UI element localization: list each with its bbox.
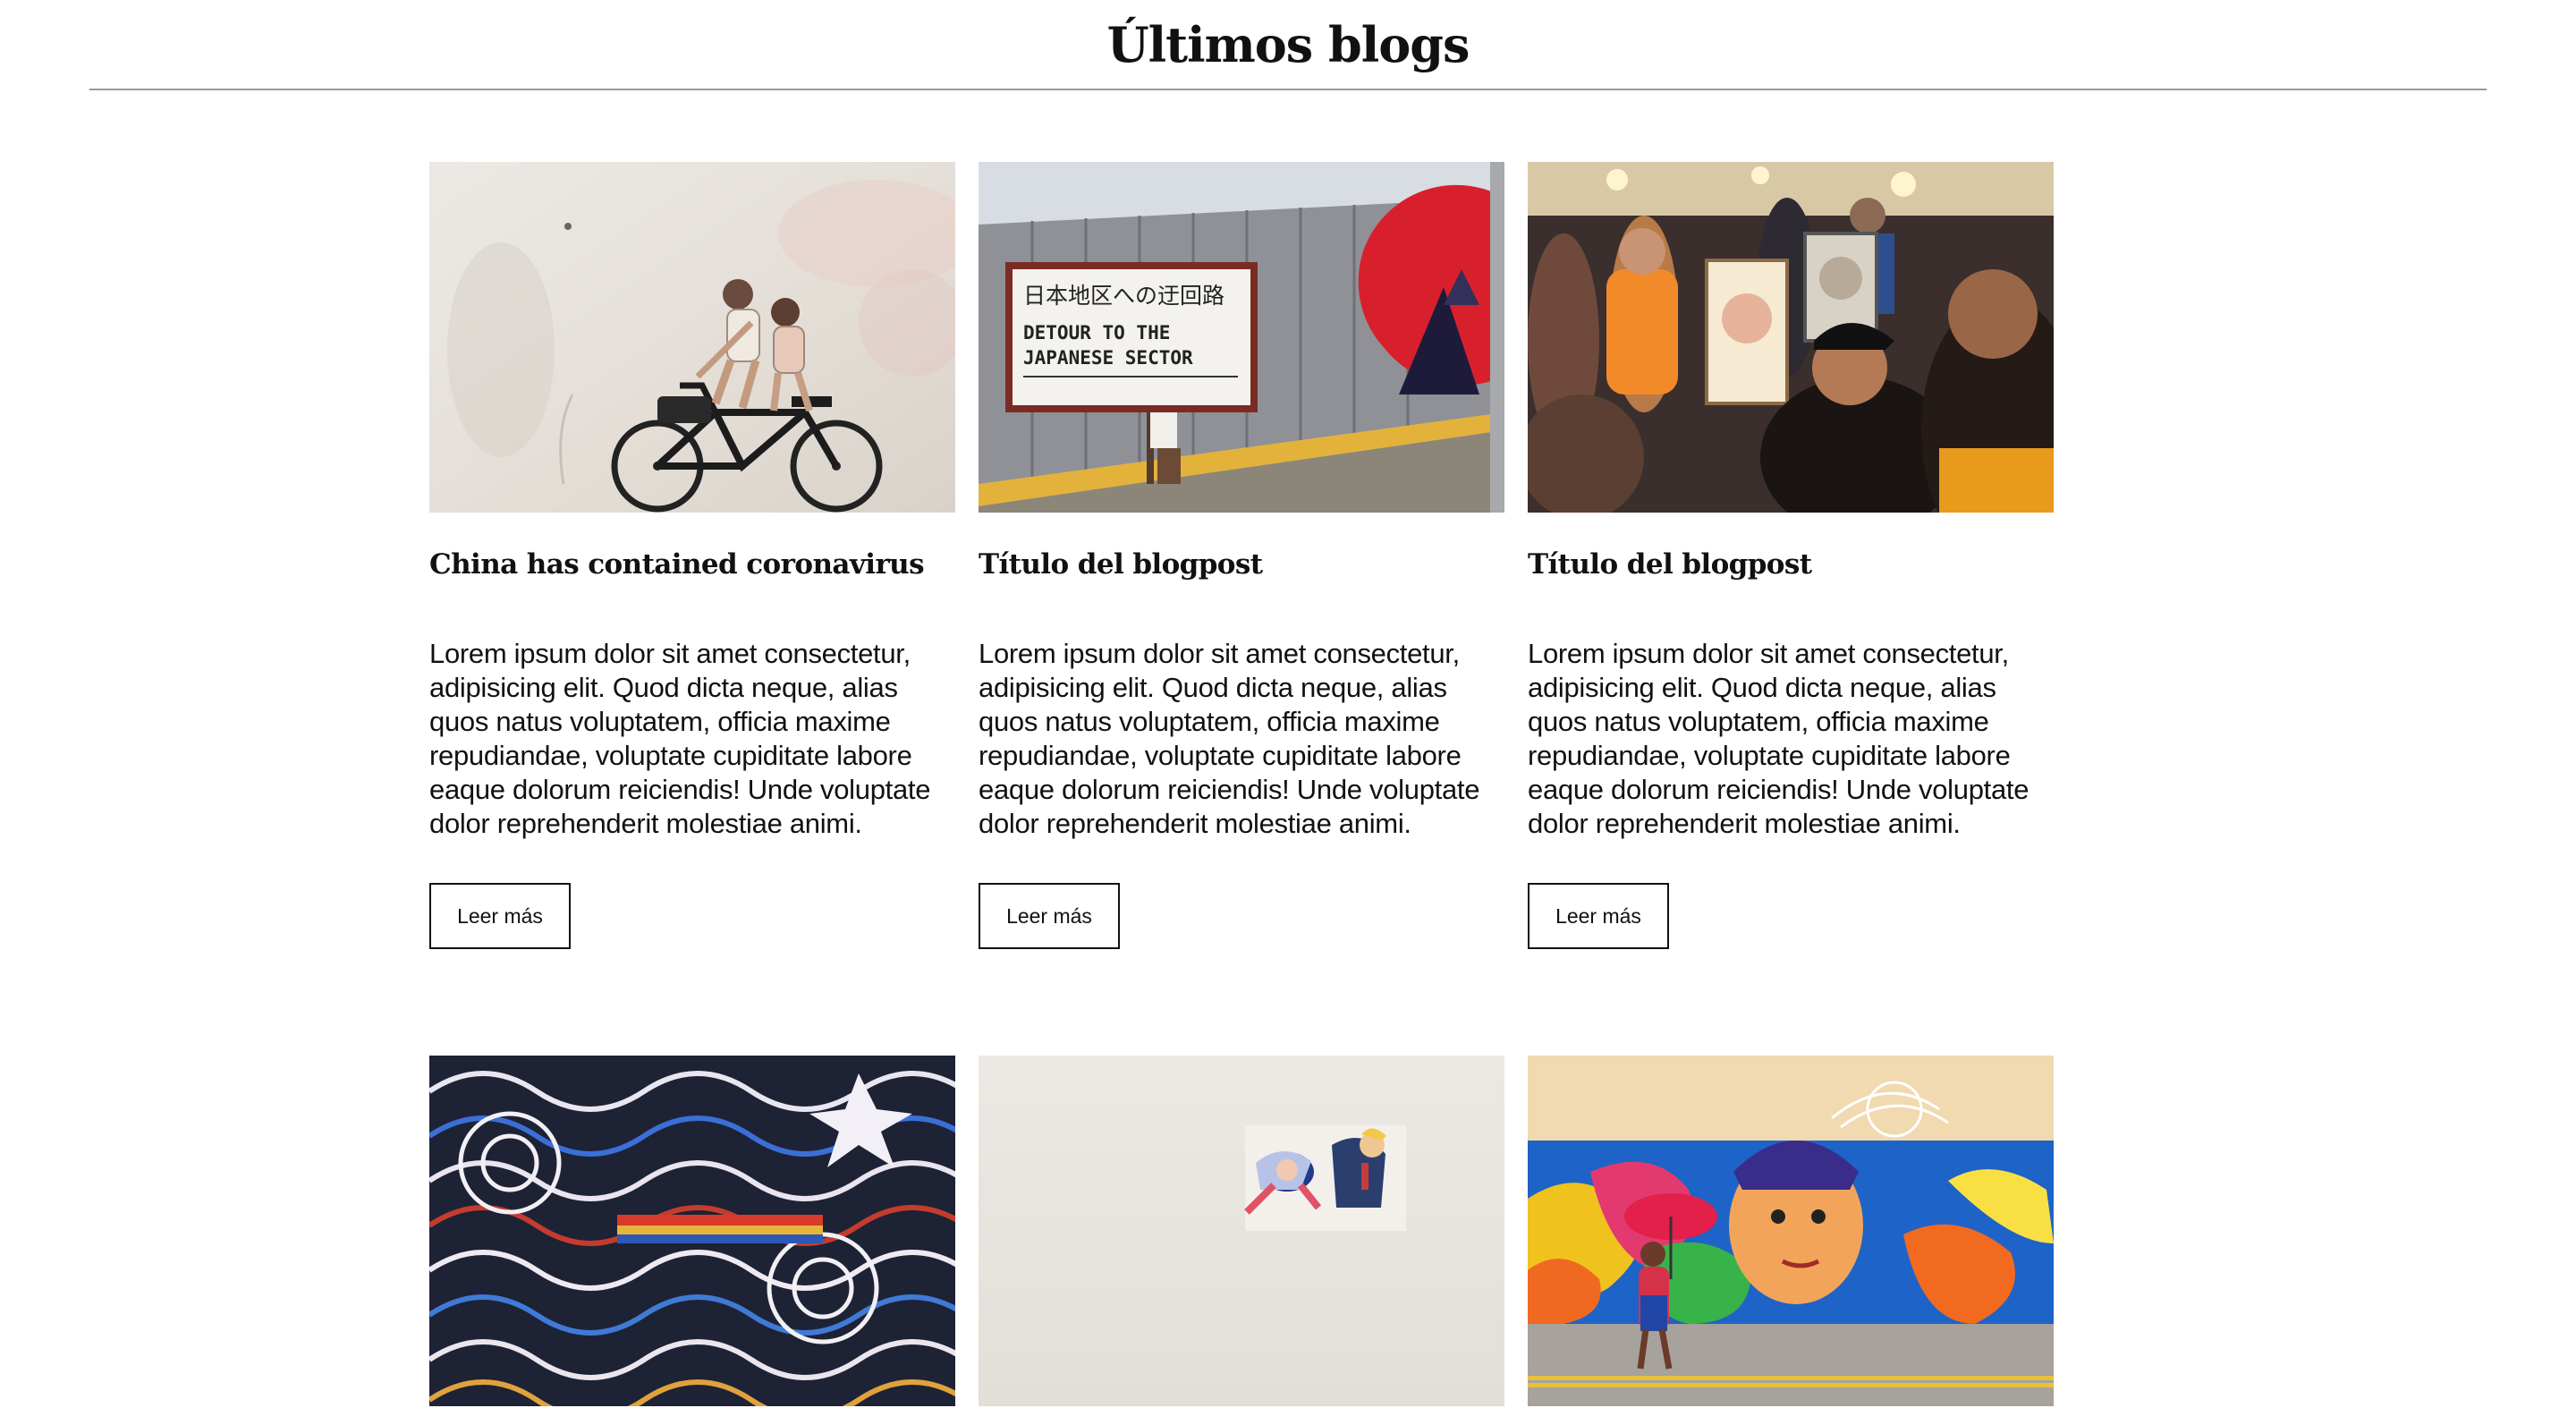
blog-card-excerpt: Lorem ipsum dolor sit amet consectetur, … [1528, 638, 2029, 839]
title-divider [89, 89, 2487, 90]
sticker-wall-image [979, 1056, 1504, 1406]
read-more-button[interactable]: Leer más [1528, 883, 1669, 949]
blog-card-image-bicycle-mural[interactable] [429, 162, 955, 513]
blog-card-image-sticker-wall[interactable] [979, 1056, 1504, 1406]
street-artist-image [1528, 162, 2054, 513]
blog-card-title: Título del blogpost [979, 548, 1263, 581]
blog-card-image-detour-wall[interactable]: 日本地区への迂回路 DETOUR TO THE JAPANESE SECTOR [979, 162, 1504, 513]
blog-card: Título del blogpost Lorem ipsum dolor si… [1528, 162, 2054, 1055]
blog-card-image-colorful-mural[interactable] [1528, 1056, 2054, 1406]
blog-card-title: China has contained coronavirus [429, 548, 925, 581]
blog-card-excerpt: Lorem ipsum dolor sit amet consectetur, … [429, 638, 931, 839]
sign-japanese-text: 日本地区への迂回路 [1023, 283, 1224, 309]
detour-wall-image: 日本地区への迂回路 DETOUR TO THE JAPANESE SECTOR [979, 162, 1504, 513]
blog-card-excerpt: Lorem ipsum dolor sit amet consectetur, … [979, 638, 1480, 839]
sign-line-2: DETOUR TO THE [1023, 322, 1170, 344]
blog-card: China has contained coronavirus Lorem ip… [429, 162, 955, 1055]
blog-card-title: Título del blogpost [1528, 548, 1812, 581]
blog-grid-row-1: China has contained coronavirus Lorem ip… [429, 162, 2055, 1055]
bicycle-mural-image [429, 162, 955, 513]
sign-line-3: JAPANESE SECTOR [1023, 347, 1193, 369]
blog-card-image-street-artist[interactable] [1528, 162, 2054, 513]
psychedelic-mural-image [429, 1056, 955, 1406]
blog-card [429, 1056, 955, 1408]
read-more-button[interactable]: Leer más [979, 883, 1120, 949]
page: Últimos blogs China has contained corona… [0, 0, 2576, 1408]
read-more-button[interactable]: Leer más [429, 883, 571, 949]
blog-card [1528, 1056, 2054, 1408]
blog-grid-row-2 [429, 1056, 2055, 1408]
blog-card-image-psychedelic-mural[interactable] [429, 1056, 955, 1406]
blog-card: 日本地区への迂回路 DETOUR TO THE JAPANESE SECTOR … [979, 162, 1504, 1055]
page-title: Últimos blogs [1106, 16, 1470, 73]
colorful-mural-image [1528, 1056, 2054, 1406]
blog-card [979, 1056, 1504, 1408]
